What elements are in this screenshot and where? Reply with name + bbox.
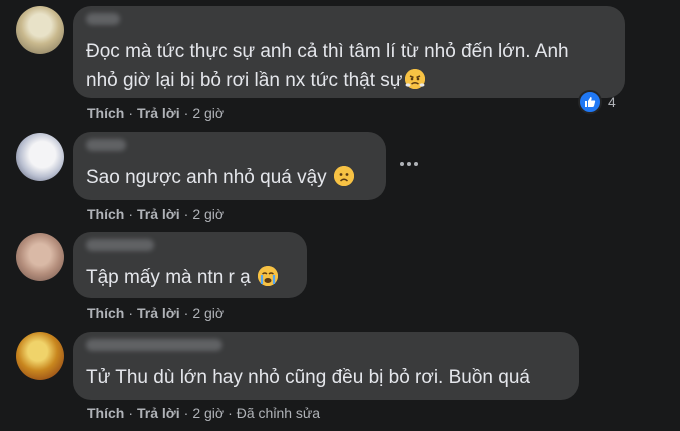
frowning-face-emoji — [333, 166, 354, 186]
separator-dot: · — [183, 305, 189, 321]
separator-dot: · — [183, 405, 189, 421]
edited-label: Đã chỉnh sửa — [236, 405, 321, 421]
timestamp[interactable]: 2 giờ — [192, 305, 224, 321]
separator-dot: · — [128, 305, 134, 321]
reply-link[interactable]: Trả lời — [137, 305, 180, 321]
huffing-face-emoji — [404, 69, 425, 89]
timestamp[interactable]: 2 giờ — [192, 206, 224, 222]
separator-dot: · — [128, 206, 134, 222]
author-name-blurred[interactable] — [86, 13, 120, 25]
timestamp[interactable]: 2 giờ — [192, 405, 224, 421]
separator-dot: · — [228, 405, 233, 421]
like-link[interactable]: Thích — [87, 206, 124, 222]
like-link[interactable]: Thích — [87, 105, 124, 121]
comment-actions: Thích · Trả lời · 2 giờ — [87, 105, 224, 121]
reaction-count: 4 — [608, 94, 616, 110]
like-icon — [578, 90, 602, 114]
reply-link[interactable]: Trả lời — [137, 405, 180, 421]
like-link[interactable]: Thích — [87, 305, 124, 321]
dot — [400, 162, 404, 166]
avatar[interactable] — [16, 133, 64, 181]
comment-bubble: Đọc mà tức thực sự anh cả thì tâm lí từ … — [73, 6, 625, 98]
timestamp[interactable]: 2 giờ — [192, 105, 224, 121]
comment-text: Tử Thu dù lớn hay nhỏ cũng đều bị bỏ rơi… — [86, 367, 530, 388]
separator-dot: · — [183, 206, 189, 222]
reaction-summary[interactable]: 4 — [578, 90, 616, 114]
comment-actions: Thích · Trả lời · 2 giờ — [87, 206, 224, 222]
crying-face-emoji — [258, 266, 279, 286]
separator-dot: · — [128, 405, 134, 421]
comment-text: Đọc mà tức thực sự anh cả thì tâm lí từ … — [86, 41, 569, 91]
comment-actions: Thích · Trả lời · 2 giờ — [87, 305, 224, 321]
avatar[interactable] — [16, 6, 64, 54]
reply-link[interactable]: Trả lời — [137, 105, 180, 121]
dot — [407, 162, 411, 166]
comment-bubble: Sao ngược anh nhỏ quá vậy — [73, 132, 386, 200]
comment-text: Sao ngược anh nhỏ quá vậy — [86, 163, 354, 192]
reply-link[interactable]: Trả lời — [137, 206, 180, 222]
separator-dot: · — [183, 105, 189, 121]
like-link[interactable]: Thích — [87, 405, 124, 421]
comment-bubble: Tập mấy mà ntn r ạ — [73, 232, 307, 298]
author-name-blurred[interactable] — [86, 239, 154, 251]
author-name-blurred[interactable] — [86, 139, 126, 151]
author-name-blurred[interactable] — [86, 339, 222, 351]
avatar[interactable] — [16, 332, 64, 380]
separator-dot: · — [128, 105, 134, 121]
comment-actions: Thích · Trả lời · 2 giờ · Đã chỉnh sửa — [87, 405, 320, 421]
more-options-button[interactable] — [398, 153, 420, 175]
avatar[interactable] — [16, 233, 64, 281]
dot — [414, 162, 418, 166]
comment-bubble: Tử Thu dù lớn hay nhỏ cũng đều bị bỏ rơi… — [73, 332, 579, 400]
comment-text: Tập mấy mà ntn r ạ — [86, 263, 279, 292]
